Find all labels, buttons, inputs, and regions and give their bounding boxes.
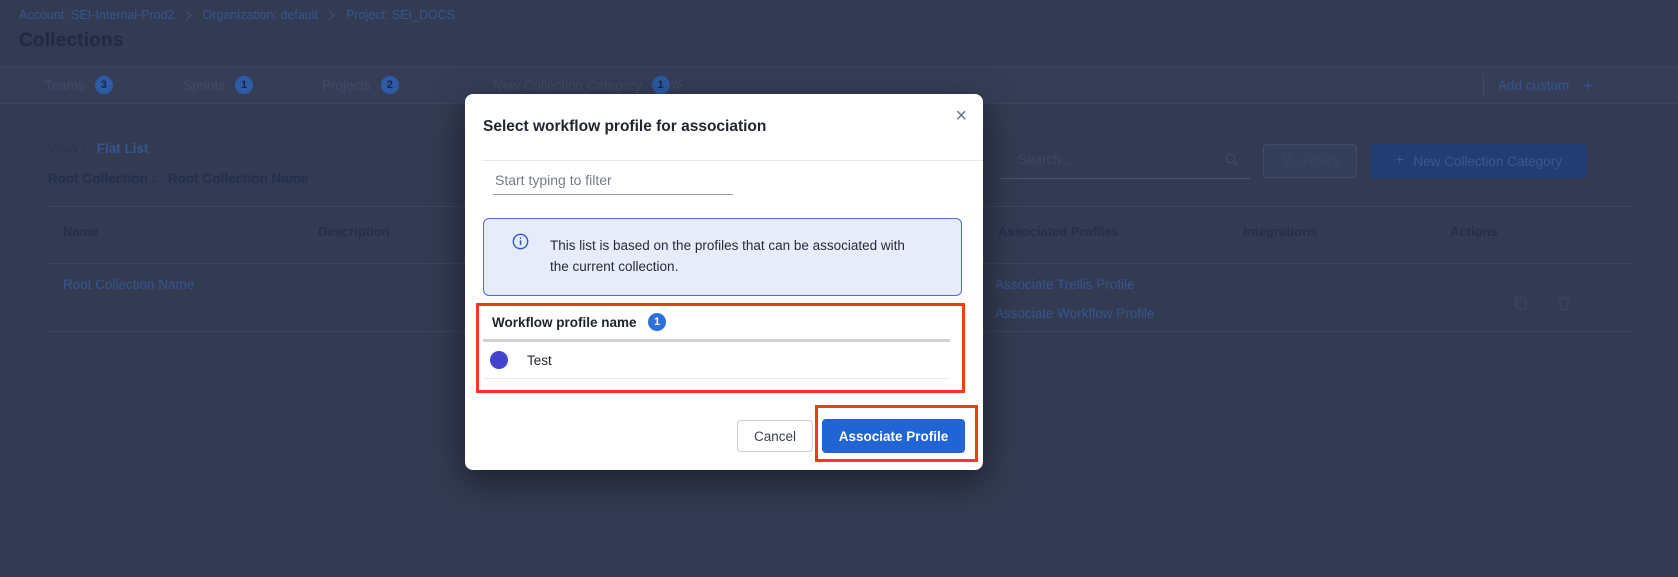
associate-workflow-profile-link[interactable]: Associate Workflow Profile <box>995 306 1155 321</box>
divider <box>1483 74 1484 96</box>
profile-radio-selected[interactable] <box>490 351 508 369</box>
profile-list-header: Workflow profile name <box>492 315 637 330</box>
tab-label: New Collection Category <box>493 78 642 93</box>
tab-count-badge: 1 <box>652 76 670 94</box>
copy-icon[interactable] <box>1512 294 1529 316</box>
tab-label: Sprints <box>183 78 225 93</box>
column-header-description: Description <box>318 224 390 239</box>
tab-teams[interactable]: Teams 3 <box>45 67 113 103</box>
info-callout: This list is based on the profiles that … <box>483 218 962 296</box>
root-collection-label: Root Collection : <box>48 171 156 186</box>
tab-label: Projects <box>322 78 371 93</box>
associate-profile-button[interactable]: Associate Profile <box>822 419 965 453</box>
divider <box>483 339 950 342</box>
divider <box>483 378 950 379</box>
page-title: Collections <box>19 30 124 52</box>
modal-title: Select workflow profile for association <box>483 118 766 136</box>
cancel-button[interactable]: Cancel <box>737 420 813 452</box>
search-icon <box>1224 152 1239 172</box>
tab-sprints[interactable]: Sprints 1 <box>183 67 253 103</box>
breadcrumb: Account: SEI-Internal-Prod2 Organization… <box>19 8 455 22</box>
filters-label: Filters <box>1302 154 1339 169</box>
new-collection-category-label: New Collection Category <box>1413 154 1562 169</box>
filters-button[interactable]: Filters <box>1263 144 1357 178</box>
trash-icon[interactable] <box>1556 294 1572 316</box>
view-label: View : <box>48 141 87 156</box>
breadcrumb-organization-link[interactable]: Organization: default <box>203 8 318 22</box>
root-collection-row: Root Collection : Root Collection Name <box>48 171 308 186</box>
add-custom-button[interactable]: Add custom + <box>1483 67 1593 103</box>
profile-item-test[interactable]: Test <box>527 353 552 368</box>
column-header-associated-profiles: Associated Profiles <box>998 224 1119 239</box>
divider <box>483 160 983 161</box>
info-text: This list is based on the profiles that … <box>550 235 922 277</box>
search-box <box>1000 141 1250 179</box>
tab-projects[interactable]: Projects 2 <box>322 67 399 103</box>
new-collection-category-button[interactable]: + New Collection Category <box>1370 144 1587 178</box>
view-flat-list-link[interactable]: Flat List <box>97 141 149 156</box>
info-icon <box>512 233 529 255</box>
breadcrumb-account-link[interactable]: Account: SEI-Internal-Prod2 <box>19 8 175 22</box>
column-header-integrations: Integrations <box>1243 224 1317 239</box>
close-icon[interactable]: × <box>955 106 967 126</box>
plus-icon: + <box>1395 153 1404 169</box>
root-collection-value: Root Collection Name <box>168 171 308 186</box>
chevron-right-icon <box>185 10 193 21</box>
tab-count-badge: 1 <box>235 76 253 94</box>
profile-count-badge: 1 <box>648 313 666 331</box>
view-row: View : Flat List <box>48 141 149 156</box>
breadcrumb-project-link[interactable]: Project: SEI_DOCS <box>346 8 455 22</box>
search-input[interactable] <box>1000 141 1218 178</box>
add-custom-label: Add custom <box>1498 78 1569 93</box>
tab-label: Teams <box>45 78 85 93</box>
associate-trellis-profile-link[interactable]: Associate Trellis Profile <box>995 277 1135 292</box>
chevron-right-icon <box>328 10 336 21</box>
plus-icon: + <box>1583 77 1593 94</box>
column-header-name: Name <box>63 224 98 239</box>
select-workflow-profile-modal: Select workflow profile for association … <box>465 94 983 470</box>
collections-page: Account: SEI-Internal-Prod2 Organization… <box>0 0 1678 577</box>
funnel-icon <box>1281 153 1294 169</box>
tab-count-badge: 3 <box>95 76 113 94</box>
row-name-link[interactable]: Root Collection Name <box>63 277 194 292</box>
tab-count-badge: 2 <box>381 76 399 94</box>
column-header-actions: Actions <box>1450 224 1498 239</box>
profile-filter-input[interactable] <box>493 166 733 195</box>
